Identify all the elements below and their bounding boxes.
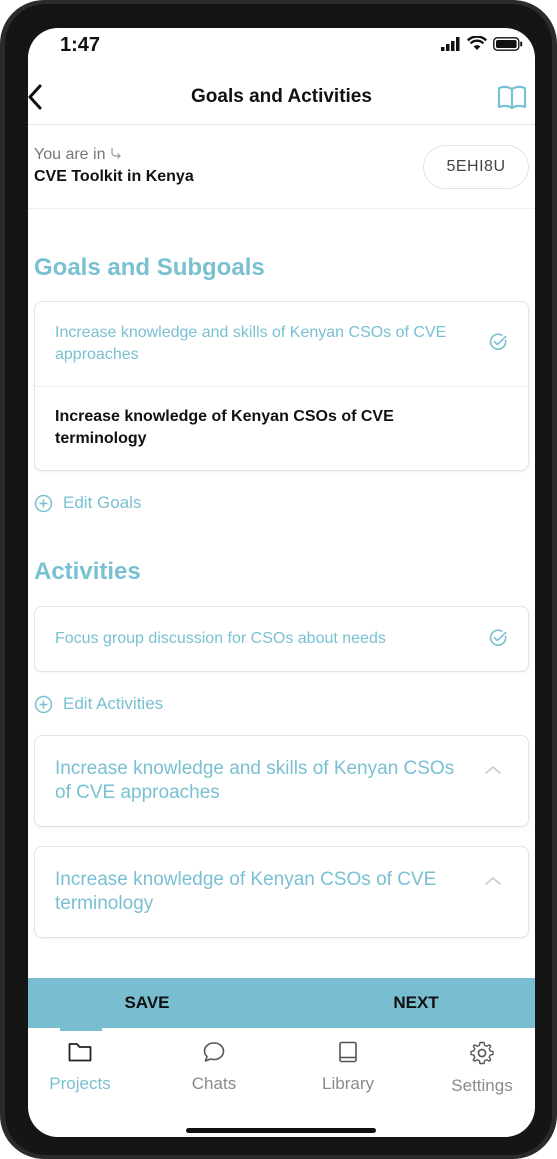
tab-label: Library xyxy=(322,1074,374,1093)
plus-circle-icon xyxy=(34,695,53,713)
goal-item-text: Increase knowledge and skills of Kenyan … xyxy=(55,324,447,363)
accordion-title: Increase knowledge of Kenyan CSOs of CVE… xyxy=(55,869,437,914)
location-label-text: You are in xyxy=(34,146,106,163)
goal-item-text: Increase knowledge of Kenyan CSOs of CVE… xyxy=(55,408,394,447)
signal-icon xyxy=(441,36,460,51)
tab-library[interactable]: Library xyxy=(293,1036,403,1106)
edit-activities-button[interactable]: Edit Activities xyxy=(34,694,163,714)
chevron-up-icon[interactable] xyxy=(484,764,502,776)
tab-label: Settings xyxy=(451,1076,513,1095)
activities-heading: Activities xyxy=(34,558,141,585)
book-icon xyxy=(339,1041,357,1063)
goal-accordion-2[interactable]: Increase knowledge of Kenyan CSOs of CVE… xyxy=(34,846,529,938)
edit-goals-label: Edit Goals xyxy=(63,493,142,512)
header-divider xyxy=(28,124,535,125)
check-circle-icon xyxy=(489,629,507,646)
edit-goals-button[interactable]: Edit Goals xyxy=(34,493,141,513)
home-indicator xyxy=(186,1128,376,1133)
folder-icon xyxy=(68,1043,92,1062)
activity-item-1[interactable]: Focus group discussion for CSOs about ne… xyxy=(35,607,528,671)
goals-heading: Goals and Subgoals xyxy=(34,254,265,281)
project-code-badge[interactable]: 5EHI8U xyxy=(423,145,529,189)
accordion-title: Increase knowledge and skills of Kenyan … xyxy=(55,758,455,803)
wifi-icon xyxy=(467,36,487,50)
status-time: 1:47 xyxy=(60,34,101,56)
save-button[interactable]: SAVE xyxy=(28,978,266,1028)
activities-card: Focus group discussion for CSOs about ne… xyxy=(34,606,529,672)
tab-label: Chats xyxy=(191,1074,237,1093)
active-tab-indicator xyxy=(60,1028,102,1031)
location-divider xyxy=(28,208,535,209)
book-icon[interactable] xyxy=(497,82,527,112)
tab-settings[interactable]: Settings xyxy=(427,1036,535,1106)
next-button[interactable]: NEXT xyxy=(296,978,535,1028)
activity-item-text: Focus group discussion for CSOs about ne… xyxy=(55,630,386,647)
tab-chats[interactable]: Chats xyxy=(159,1036,269,1106)
action-bar: SAVE NEXT xyxy=(28,978,535,1028)
plus-circle-icon xyxy=(34,494,53,512)
chat-bubble-icon xyxy=(203,1042,225,1062)
goal-accordion-1[interactable]: Increase knowledge and skills of Kenyan … xyxy=(34,735,529,827)
edit-activities-label: Edit Activities xyxy=(63,694,164,713)
check-circle-icon xyxy=(489,333,507,350)
goal-item-2[interactable]: Increase knowledge of Kenyan CSOs of CVE… xyxy=(35,387,528,470)
location-label: You are in xyxy=(34,146,122,164)
goal-item-1[interactable]: Increase knowledge and skills of Kenyan … xyxy=(35,302,528,386)
page-title: Goals and Activities xyxy=(191,86,372,107)
tab-label: Projects xyxy=(49,1074,111,1093)
chevron-up-icon[interactable] xyxy=(484,875,502,887)
goals-card: Increase knowledge and skills of Kenyan … xyxy=(34,301,529,471)
project-name: CVE Toolkit in Kenya xyxy=(34,168,194,185)
gear-icon xyxy=(470,1041,494,1065)
app-screen: 1:47 Goals and Activities You are in CVE… xyxy=(28,28,535,1137)
battery-icon xyxy=(493,36,523,51)
tab-projects[interactable]: Projects xyxy=(28,1036,135,1106)
status-icons xyxy=(441,36,523,51)
arrow-down-right-icon xyxy=(111,148,121,159)
